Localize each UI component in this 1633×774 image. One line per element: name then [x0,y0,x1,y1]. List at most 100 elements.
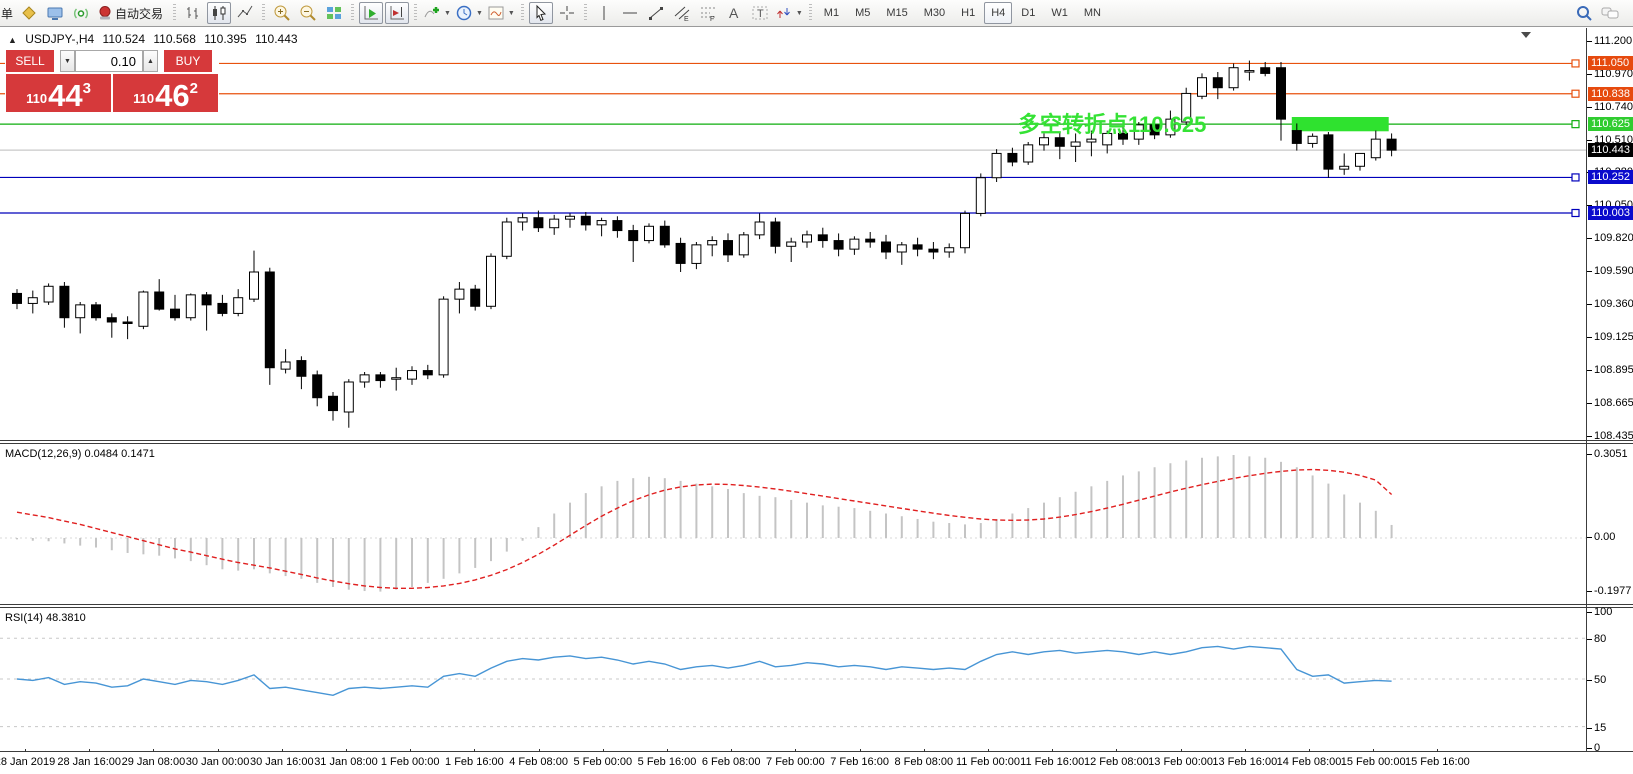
profiles-button[interactable] [43,2,67,24]
symbol-period-label: USDJPY-,H4 [25,32,94,46]
one-click-trading-panel: SELL ▼ 0.10 ▲ BUY 110 44 3 110 46 2 [5,49,219,113]
search-icon [1575,4,1593,22]
candlestick-chart-button[interactable] [207,2,231,24]
buy-button[interactable]: BUY [164,50,212,72]
text-label-tool-button[interactable]: T [748,2,772,24]
price-chart-canvas[interactable]: 多空转折点110.625 [0,28,1586,440]
chat-icon [1600,4,1620,22]
fibonacci-tool-button[interactable]: F [696,2,720,24]
auto-scroll-icon [362,4,380,22]
sell-button[interactable]: SELL [6,50,54,72]
indicators-button[interactable]: ▼ [422,2,452,24]
cursor-button[interactable] [529,2,553,24]
templates-button[interactable]: ▼ [486,2,516,24]
periods-button[interactable]: ▼ [454,2,484,24]
time-axis-label: 15 Feb 16:00 [1392,756,1482,768]
horizontal-line-tool-button[interactable] [618,2,642,24]
equidistant-channel-icon: E [673,4,691,22]
timeframe-W1[interactable]: W1 [1044,2,1075,24]
arrows-dropdown-arrow[interactable]: ▼ [796,10,803,17]
tile-windows-button[interactable] [322,2,346,24]
arrows-tool-button[interactable]: ▼ [774,2,804,24]
time-axis-tick [474,749,475,752]
periods-icon [455,4,473,22]
new-order-button[interactable] [17,2,41,24]
time-axis-tick [603,749,604,752]
macd-indicator-label: MACD(12,26,9) 0.0484 0.1471 [5,448,155,460]
toolbar-grip [351,4,354,22]
chart-shift-button[interactable] [385,2,409,24]
axis-tick-label: 108.665 [1594,397,1633,409]
equidistant-channel-tool-button[interactable]: E [670,2,694,24]
zoom-in-button[interactable] [270,2,294,24]
price-level-label: 111.050 [1588,56,1633,70]
bar-chart-icon [184,4,202,22]
rsi-indicator-label: RSI(14) 48.3810 [5,612,86,624]
timeframe-D1[interactable]: D1 [1014,2,1042,24]
search-button[interactable] [1572,2,1596,24]
axis-tick-label: 100 [1594,606,1612,618]
sell-price-main: 44 [48,81,82,110]
indicators-dropdown-arrow[interactable]: ▼ [444,10,451,17]
turning-point-annotation: 多空转折点110.625 [1018,112,1206,137]
axis-tick-label: 0 [1594,742,1600,754]
auto-trading-button[interactable]: 自动交易 [95,2,168,24]
sell-price-sup: 3 [83,80,91,97]
axis-tick-label: 80 [1594,633,1606,645]
menu-partial-label[interactable]: 单 [0,5,16,22]
toolbar-grip [414,4,417,22]
auto-scroll-button[interactable] [359,2,383,24]
toolbar-right-group [1571,2,1623,24]
macd-chart-canvas[interactable] [0,444,1586,604]
periods-dropdown-arrow[interactable]: ▼ [476,10,483,17]
timeframe-M15[interactable]: M15 [879,2,914,24]
text-tool-button[interactable]: A [722,2,746,24]
price-axis[interactable]: 111.200110.970110.740110.510110.280110.0… [1587,28,1633,752]
volume-increase-button[interactable]: ▲ [143,50,158,72]
zoom-out-button[interactable] [296,2,320,24]
timeframe-M5[interactable]: M5 [848,2,877,24]
time-axis-tick [731,749,732,752]
vertical-line-tool-button[interactable] [592,2,616,24]
time-axis-tick [1052,749,1053,752]
rsi-chart-canvas[interactable] [0,608,1586,751]
timeframe-M1[interactable]: M1 [817,2,846,24]
buy-price-sup: 2 [190,80,198,97]
time-axis-tick [346,749,347,752]
timeframe-M30[interactable]: M30 [917,2,952,24]
timeframe-H4[interactable]: H4 [984,2,1012,24]
toolbar-grip [809,4,812,22]
axis-tick-label: 109.125 [1594,331,1633,343]
price-level-label: 110.625 [1588,117,1633,131]
svg-text:F: F [710,16,714,22]
chat-button[interactable] [1598,2,1622,24]
templates-dropdown-arrow[interactable]: ▼ [508,10,515,17]
line-chart-icon [236,4,254,22]
text-tool-icon: A [725,4,743,22]
auto-trading-icon [96,4,114,22]
new-order-icon [20,4,38,22]
timeframe-H1[interactable]: H1 [954,2,982,24]
time-axis-tick [410,749,411,752]
axis-tick-label: 50 [1594,674,1606,686]
signal-icon [72,4,90,22]
sell-price-display[interactable]: 110 44 3 [6,74,111,112]
volume-input[interactable]: 0.10 [75,50,143,72]
buy-price-prefix: 110 [133,91,154,106]
signal-button[interactable] [69,2,93,24]
line-chart-button[interactable] [233,2,257,24]
toolbar-grip [173,4,176,22]
vertical-line-icon [595,4,613,22]
collapse-panel-icon[interactable]: ▲ [8,35,17,45]
timeframe-group: M1M5M15M30H1H4D1W1MN [816,2,1109,24]
trendline-tool-button[interactable] [644,2,668,24]
time-axis[interactable]: 28 Jan 201928 Jan 16:0029 Jan 08:0030 Ja… [0,752,1633,774]
buy-price-display[interactable]: 110 46 2 [113,74,218,112]
toolbar: 单 自动交易 ▼ ▼ [0,0,1633,27]
axis-tick-label: 0.00 [1594,531,1615,543]
bar-chart-button[interactable] [181,2,205,24]
crosshair-button[interactable] [555,2,579,24]
timeframe-MN[interactable]: MN [1077,2,1108,24]
fibonacci-icon: F [699,4,717,22]
volume-decrease-button[interactable]: ▼ [60,50,75,72]
